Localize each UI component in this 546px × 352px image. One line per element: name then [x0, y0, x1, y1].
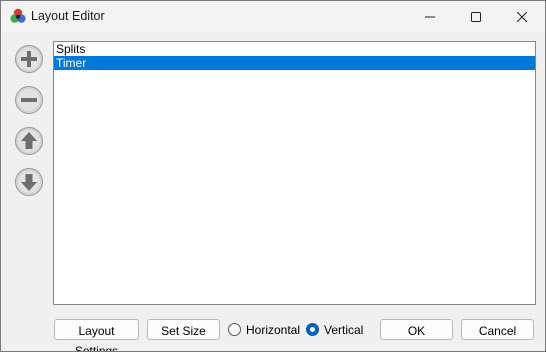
title-bar[interactable]: Layout Editor [1, 1, 545, 32]
layout-settings-button[interactable]: Layout Settings [54, 319, 139, 351]
cancel-button[interactable]: Cancel [461, 319, 534, 340]
remove-icon [14, 85, 44, 115]
remove-component-button[interactable] [14, 85, 44, 115]
list-item-splits[interactable]: Splits [54, 42, 535, 56]
minimize-button[interactable] [407, 1, 453, 32]
move-down-button[interactable] [14, 167, 44, 197]
list-item-timer[interactable]: Timer [54, 56, 535, 70]
maximize-icon [471, 11, 481, 22]
move-up-button[interactable] [14, 126, 44, 156]
set-size-button[interactable]: Set Size [147, 319, 220, 340]
move-down-icon [14, 167, 44, 197]
app-logo-icon [10, 8, 26, 24]
components-listbox[interactable]: Splits Timer [53, 41, 536, 305]
vertical-radio-label[interactable]: Vertical [324, 323, 363, 337]
minimize-icon [425, 12, 435, 22]
add-icon [14, 44, 44, 74]
vertical-radio[interactable] [306, 323, 319, 336]
move-up-icon [14, 126, 44, 156]
window-title: Layout Editor [31, 9, 105, 23]
layout-editor-window: Layout Editor Splits Timer Layout Settin… [0, 0, 546, 352]
horizontal-radio-label[interactable]: Horizontal [246, 323, 300, 337]
add-component-button[interactable] [14, 44, 44, 74]
close-icon [517, 11, 527, 22]
ok-button[interactable]: OK [380, 319, 453, 340]
horizontal-radio[interactable] [228, 323, 241, 336]
maximize-button[interactable] [453, 1, 499, 32]
close-button[interactable] [499, 1, 545, 32]
